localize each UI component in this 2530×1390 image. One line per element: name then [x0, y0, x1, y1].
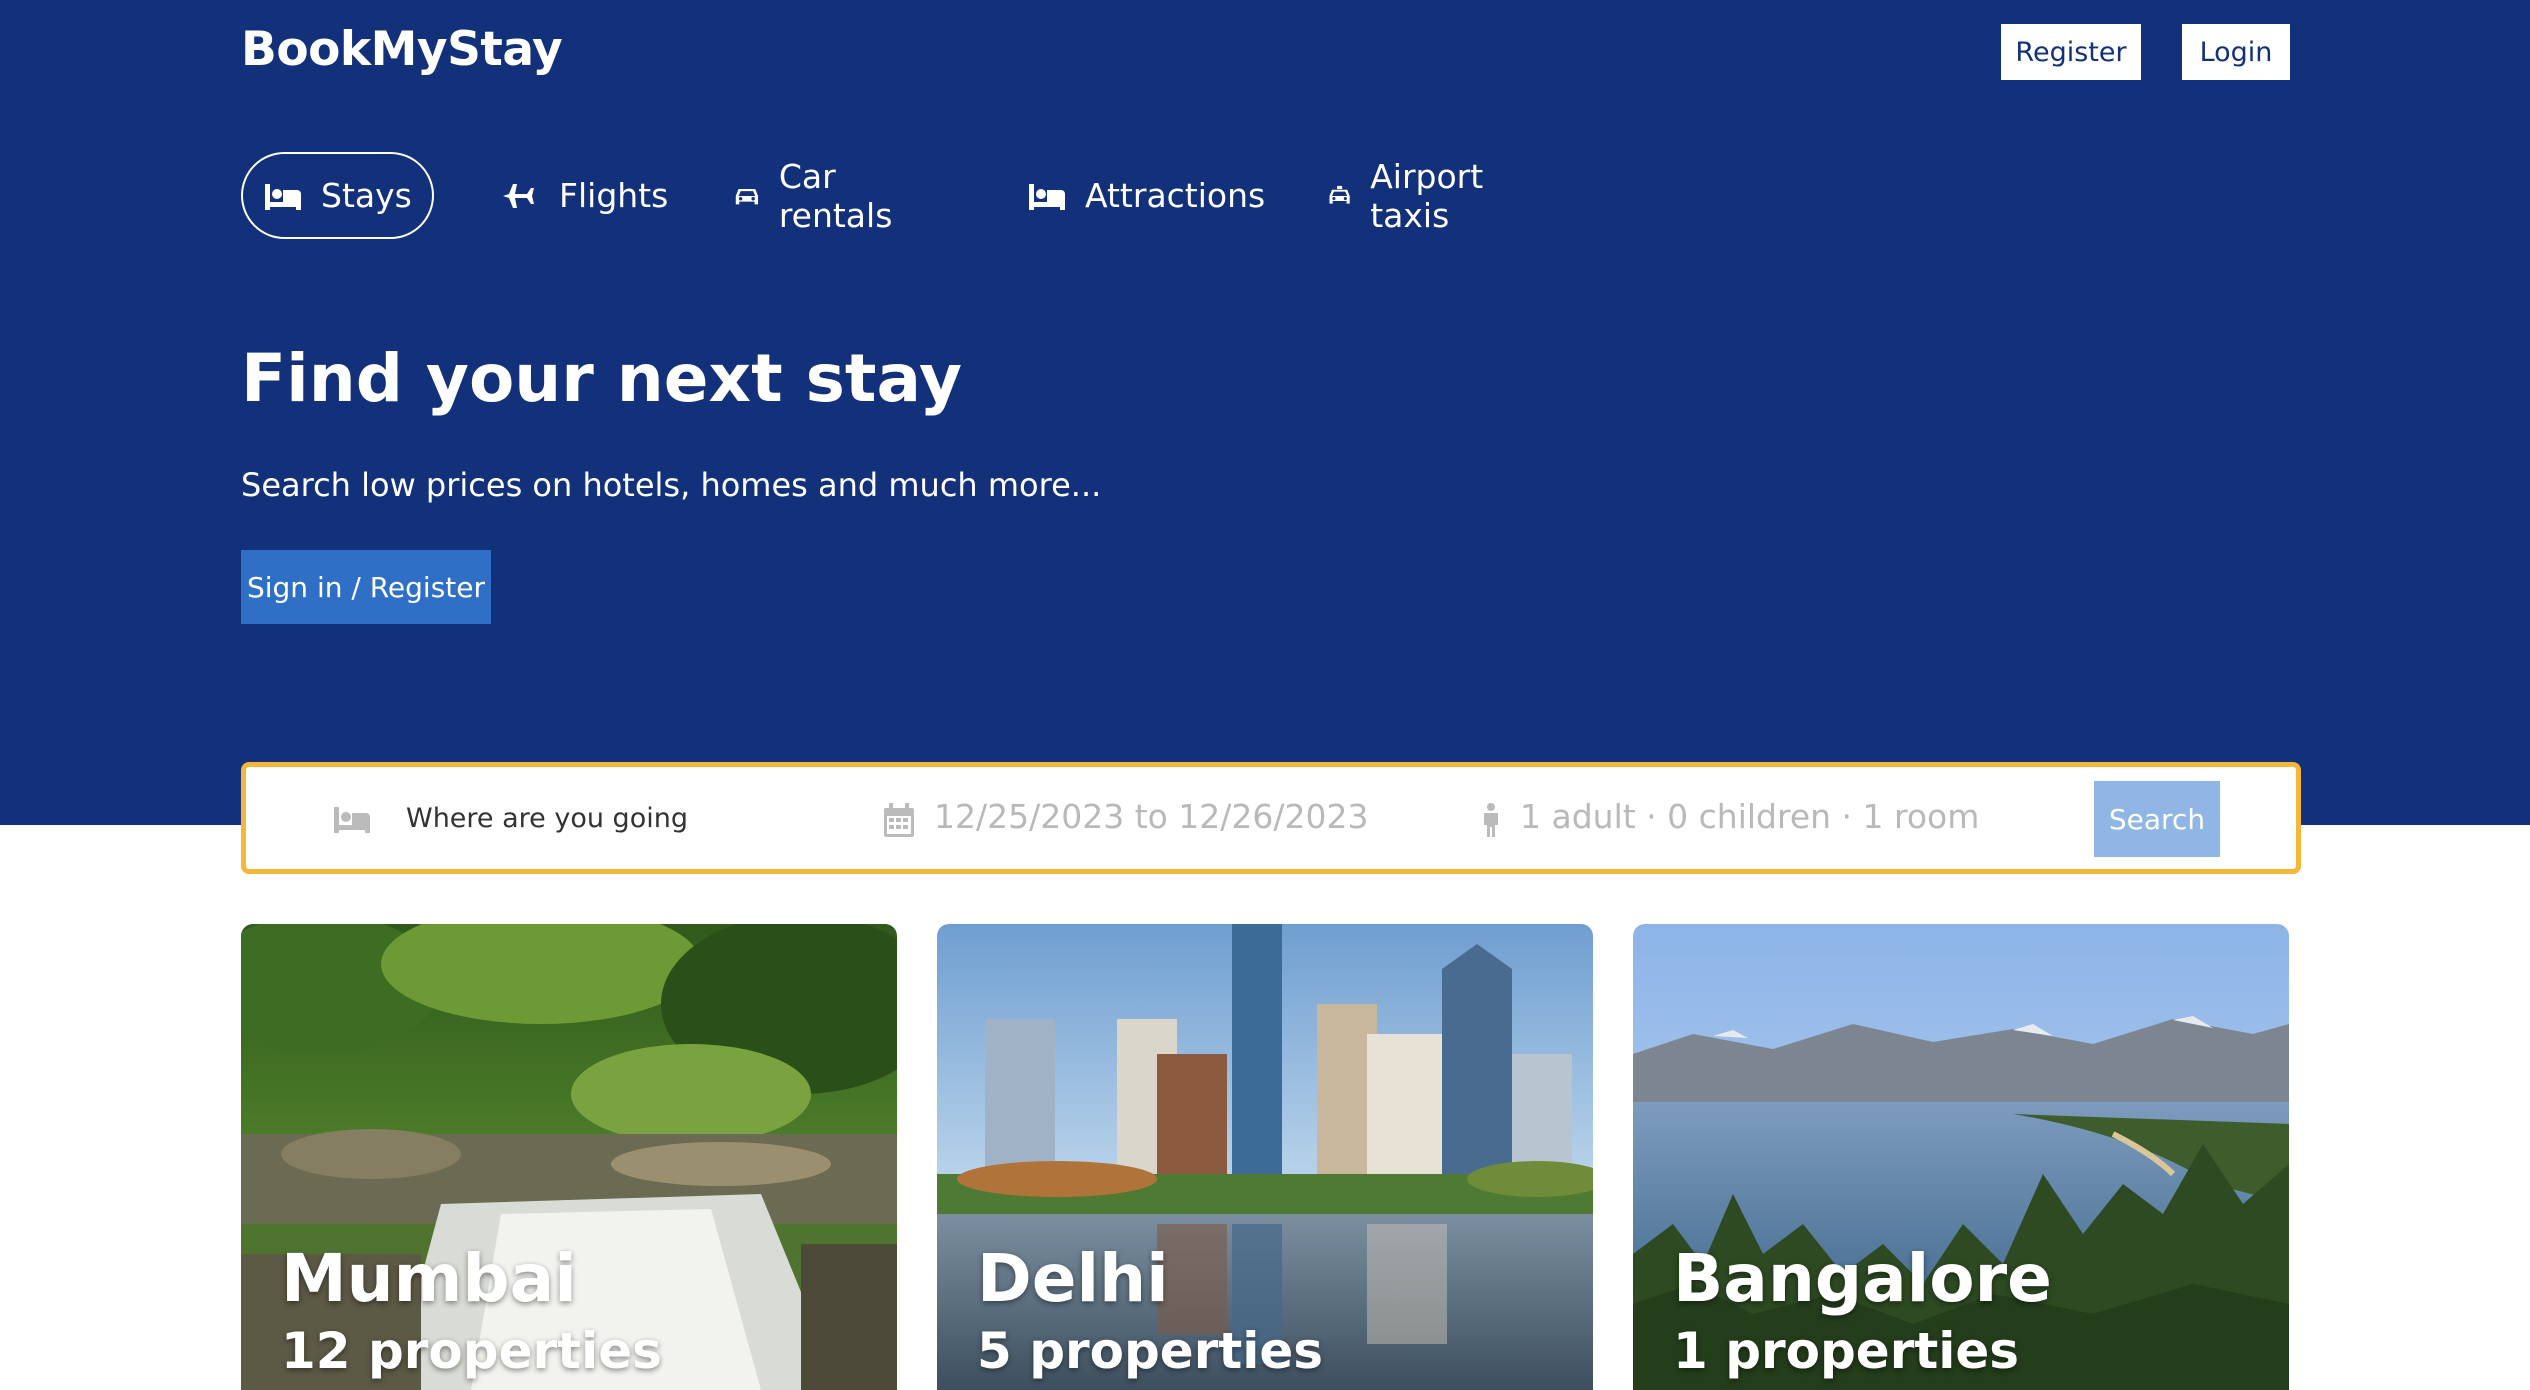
- city-name: Bangalore: [1673, 1240, 2052, 1317]
- city-name: Delhi: [977, 1240, 1169, 1317]
- car-icon: [735, 188, 759, 204]
- nav-item-stays[interactable]: Stays: [241, 152, 434, 239]
- bed-icon: [334, 807, 370, 833]
- nav-item-car-rentals[interactable]: Car rentals: [733, 152, 905, 239]
- taxi-icon: [1329, 185, 1350, 204]
- plane-icon: [503, 183, 534, 208]
- page-title: Find your next stay: [241, 340, 963, 417]
- person-icon: [1484, 803, 1498, 837]
- search-bar: 12/25/2023 to 12/26/2023 1 adult · 0 chi…: [241, 762, 2301, 874]
- nav-item-flights[interactable]: Flights: [501, 152, 668, 239]
- signin-register-button[interactable]: Sign in / Register: [241, 550, 491, 624]
- city-card-delhi[interactable]: Delhi 5 properties: [937, 924, 1593, 1390]
- nav-item-attractions[interactable]: Attractions: [1027, 152, 1265, 239]
- register-button[interactable]: Register: [2001, 24, 2141, 80]
- destination-input[interactable]: [406, 795, 736, 841]
- nav-label: Stays: [321, 176, 412, 215]
- delhi-image: [937, 924, 1593, 1390]
- nav-label: Airport taxis: [1370, 156, 1484, 235]
- property-count: 5 properties: [977, 1322, 1324, 1380]
- bed-icon: [1029, 183, 1065, 210]
- property-count: 12 properties: [281, 1322, 662, 1380]
- site-logo[interactable]: BookMyStay: [241, 22, 563, 77]
- nav-label: Car rentals: [778, 156, 893, 235]
- nav-label: Attractions: [1085, 176, 1266, 215]
- city-card-mumbai[interactable]: Mumbai 12 properties: [241, 924, 897, 1390]
- guests-field[interactable]: 1 adult · 0 children · 1 room: [1520, 797, 1979, 836]
- mumbai-image: [241, 924, 897, 1390]
- bed-icon: [265, 183, 301, 210]
- hero-subtitle: Search low prices on hotels, homes and m…: [241, 466, 1102, 504]
- calendar-icon: [884, 803, 914, 837]
- hero-banner: BookMyStay Register Login Stays Flights: [0, 0, 2530, 825]
- login-button[interactable]: Login: [2182, 24, 2290, 80]
- date-range-field[interactable]: 12/25/2023 to 12/26/2023: [934, 797, 1369, 836]
- search-button[interactable]: Search: [2094, 781, 2220, 857]
- property-count: 1 properties: [1673, 1322, 2020, 1380]
- city-name: Mumbai: [281, 1240, 577, 1317]
- nav-item-airport-taxis[interactable]: Airport taxis: [1327, 152, 1498, 239]
- bangalore-image: [1633, 924, 2289, 1390]
- nav-label: Flights: [559, 176, 669, 215]
- city-card-bangalore[interactable]: Bangalore 1 properties: [1633, 924, 2289, 1390]
